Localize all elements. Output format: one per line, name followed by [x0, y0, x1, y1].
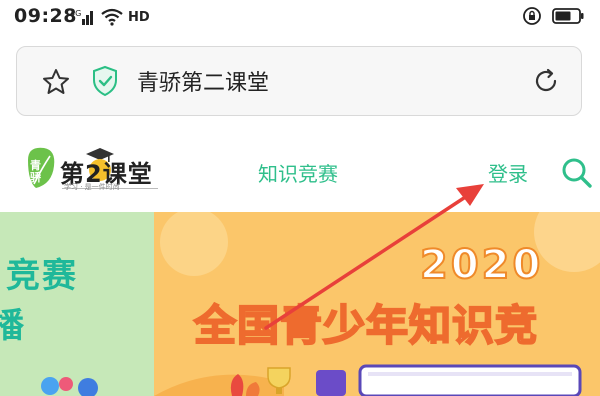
banner-year: 2020 — [419, 241, 544, 289]
banner-left-text-1: 竞赛 — [6, 256, 78, 296]
book-decoration — [316, 364, 582, 396]
wifi-icon — [101, 8, 123, 26]
bookmark-star-icon[interactable] — [41, 67, 71, 97]
status-bar: 09:28 4G HD — [0, 0, 600, 34]
nav-knowledge-contest[interactable]: 知识竞赛 — [258, 158, 338, 187]
banner-main[interactable]: 2020 全国青少年知识竞 — [154, 212, 600, 396]
balloon-decoration — [41, 377, 98, 396]
url-bar[interactable]: 青骄第二课堂 — [16, 46, 582, 116]
reload-icon[interactable] — [531, 66, 561, 96]
logo-badge-text: 青骄 — [30, 159, 41, 184]
logo-slogan: 学习 · 是一件时尚 — [64, 183, 120, 191]
hd-badge: HD — [128, 9, 150, 25]
trophy-decoration — [230, 367, 291, 396]
banner-left-text-2: 播 — [0, 306, 24, 346]
clock: 09:28 — [14, 5, 77, 27]
battery-icon — [552, 8, 584, 24]
banner-headline: 全国青少年知识竞 — [193, 300, 539, 351]
secure-shield-icon — [93, 65, 117, 97]
site-header: 青骄 第2课堂 学习 · 是一件时尚 知识竞赛 登录 — [0, 134, 600, 212]
network-label: 4G — [70, 9, 81, 18]
banner-left[interactable]: 竞赛 播 — [0, 212, 154, 396]
signal-icon: 4G — [70, 9, 93, 25]
url-title[interactable]: 青骄第二课堂 — [137, 65, 269, 97]
search-icon[interactable] — [560, 156, 594, 190]
status-icons: 4G HD — [70, 4, 150, 30]
site-logo[interactable]: 青骄 第2课堂 学习 · 是一件时尚 — [26, 144, 166, 196]
rotation-lock-icon — [523, 7, 541, 25]
login-link[interactable]: 登录 — [488, 158, 528, 187]
